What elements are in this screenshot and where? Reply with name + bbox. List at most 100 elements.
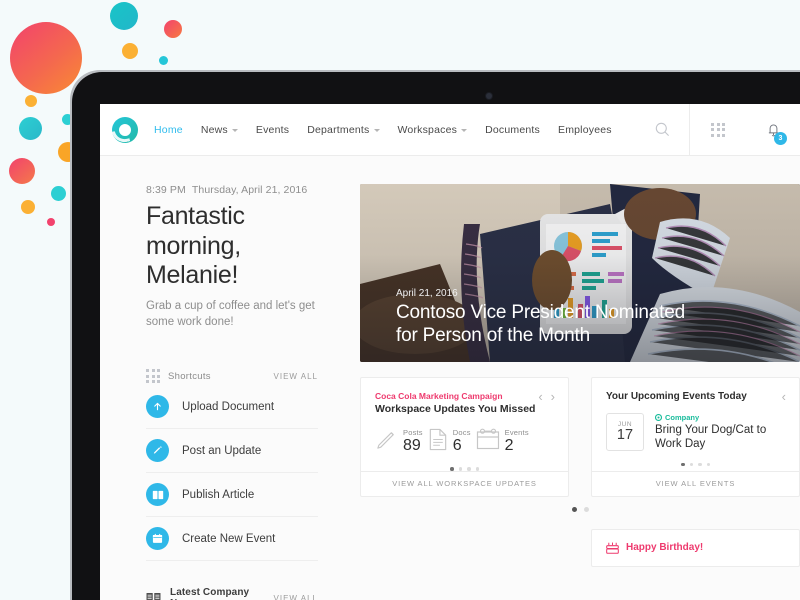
chevron-left-icon[interactable]: ‹	[782, 390, 786, 403]
nav-link-departments[interactable]: Departments	[307, 123, 380, 136]
birthday-cake-icon	[606, 542, 619, 554]
event-name-line1: Bring Your Dog/Cat to	[655, 424, 767, 436]
shortcut-label: Create New Event	[182, 532, 276, 545]
pagination-dot[interactable]	[450, 467, 454, 471]
notification-badge: 3	[774, 132, 787, 145]
chevron-down-icon	[373, 129, 380, 132]
greeting-time: 8:39 PM	[146, 184, 186, 196]
shortcuts-list: Upload Document Post an Update Publish Art…	[146, 385, 318, 562]
news-view-all-link[interactable]: VIEW ALL	[274, 594, 318, 600]
shortcut-label: Upload Document	[182, 400, 275, 413]
event-list-item[interactable]: JUN 17 Company Bring Your Dog/Cat to Wor…	[606, 413, 785, 452]
nav-link-label: Workspaces	[397, 123, 458, 136]
page-title: Fantastic morning, Melanie!	[146, 202, 318, 291]
decorative-circle	[47, 218, 55, 226]
events-card-title: Your Upcoming Events Today	[606, 391, 747, 402]
event-details: Company Bring Your Dog/Cat to Work Day	[655, 413, 766, 452]
shortcut-item[interactable]: Create New Event	[146, 517, 318, 562]
calendar-icon	[476, 428, 500, 455]
app-launcher-button[interactable]	[690, 122, 746, 137]
event-tag-label: Company	[665, 413, 700, 422]
open-book-icon	[146, 592, 161, 600]
primary-nav-links: Home News Events Departments Workspaces Docum…	[154, 124, 612, 136]
event-name-line2: Work Day	[655, 438, 706, 451]
decorative-circle	[10, 22, 82, 94]
workspace-card-footer-link[interactable]: VIEW ALL WORKSPACE UPDATES	[361, 470, 568, 496]
nav-link-label: News	[200, 123, 228, 136]
dashboard-carousel-dots[interactable]	[360, 506, 800, 512]
decorative-circle	[25, 95, 37, 107]
nav-link-label: Home	[154, 123, 183, 136]
nav-link-news[interactable]: News	[201, 124, 238, 136]
workspace-stat-text: Events 2	[505, 428, 529, 454]
nav-link-workspaces[interactable]: Workspaces	[398, 124, 468, 136]
latest-news-title: Latest Company News	[170, 587, 250, 600]
nav-link-label: Departments	[307, 123, 370, 136]
greeting-title-line1: Fantastic morning,	[146, 202, 245, 260]
app-grid-icon	[146, 369, 160, 384]
workspace-stat-text: Posts 89	[403, 428, 423, 454]
calendar-icon	[146, 527, 169, 551]
hero-headline: Contoso Vice President Nominated for Per…	[396, 302, 685, 348]
chevron-down-icon	[231, 129, 238, 132]
pagination-dot[interactable]	[689, 462, 693, 467]
nav-link-documents[interactable]: Documents	[485, 124, 540, 136]
pagination-dot[interactable]	[681, 462, 685, 467]
workspace-stat: Docs 6	[428, 428, 471, 456]
nav-link-label: Employees	[557, 123, 612, 136]
decorative-circle	[51, 186, 66, 201]
shortcut-item[interactable]: Publish Article	[146, 473, 318, 518]
decorative-circle	[19, 117, 42, 140]
chevron-left-icon[interactable]: ‹	[538, 390, 542, 403]
workspace-card-dots[interactable]	[375, 467, 554, 471]
pencil-icon	[146, 439, 169, 463]
upcoming-events-card: ‹ Your Upcoming Events Today JUN 17 Comp…	[591, 377, 800, 497]
contoso-ring-logo-icon[interactable]	[112, 116, 138, 143]
workspace-stat-value: 6	[452, 437, 462, 454]
greeting-date: Thursday, April 21, 2016	[191, 184, 308, 196]
pagination-dot[interactable]	[706, 462, 710, 467]
dashboard-cards-row: ‹ › Coca Cola Marketing Campaign Workspa…	[360, 377, 800, 497]
events-card-dots[interactable]	[606, 462, 785, 467]
pagination-dot[interactable]	[698, 462, 702, 467]
tablet-camera	[486, 93, 492, 99]
search-button[interactable]	[635, 122, 689, 137]
workspace-card-arrows: ‹ ›	[538, 390, 555, 403]
workspace-stat-label: Events	[504, 428, 529, 437]
nav-link-employees[interactable]: Employees	[558, 124, 612, 136]
event-date-badge: JUN 17	[606, 413, 644, 451]
workspace-card-body: ‹ › Coca Cola Marketing Campaign Workspa…	[361, 378, 568, 471]
nav-link-events[interactable]: Events	[256, 124, 289, 136]
workspace-stat-label: Docs	[452, 428, 471, 437]
events-card-footer-link[interactable]: VIEW ALL EVENTS	[592, 470, 799, 496]
event-tag: Company	[655, 413, 766, 422]
workspace-updates-card: ‹ › Coca Cola Marketing Campaign Workspa…	[360, 377, 569, 497]
intranet-app-screen: Home News Events Departments Workspaces Docum…	[100, 104, 800, 600]
pagination-dot[interactable]	[467, 467, 471, 471]
workspace-stat: Events 2	[476, 428, 529, 456]
carousel-dot[interactable]	[571, 506, 577, 512]
birthday-card[interactable]: Happy Birthday!	[591, 528, 800, 567]
workspace-stats: Posts 89 Docs 6 Events 2	[375, 428, 554, 456]
app-grid-icon	[711, 122, 725, 137]
events-card-arrows: ‹	[782, 390, 786, 403]
company-dot-icon	[655, 414, 662, 421]
document-icon	[428, 428, 448, 456]
nav-link-label: Documents	[485, 123, 540, 136]
page-content: 8:39 PM Thursday, April 21, 2016 Fantast…	[100, 156, 800, 600]
nav-link-home[interactable]: Home	[154, 124, 183, 136]
hero-featured-story[interactable]: April 21, 2016 Contoso Vice President No…	[360, 184, 800, 362]
notifications-button[interactable]: 3	[746, 121, 800, 145]
shortcut-item[interactable]: Post an Update	[146, 429, 318, 474]
pagination-dot[interactable]	[475, 467, 479, 471]
shortcut-item[interactable]: Upload Document	[146, 385, 318, 430]
shortcuts-view-all-link[interactable]: VIEW ALL	[274, 372, 318, 381]
carousel-dot[interactable]	[583, 506, 589, 512]
event-day: 17	[616, 427, 634, 444]
event-name: Bring Your Dog/Cat to Work Day	[655, 423, 766, 452]
latest-news-header: Latest Company News VIEW ALL	[146, 587, 318, 600]
chevron-right-icon[interactable]: ›	[551, 390, 555, 403]
workspace-stat-value: 2	[504, 437, 514, 454]
pagination-dot[interactable]	[458, 467, 462, 471]
decorative-circle	[110, 2, 138, 30]
